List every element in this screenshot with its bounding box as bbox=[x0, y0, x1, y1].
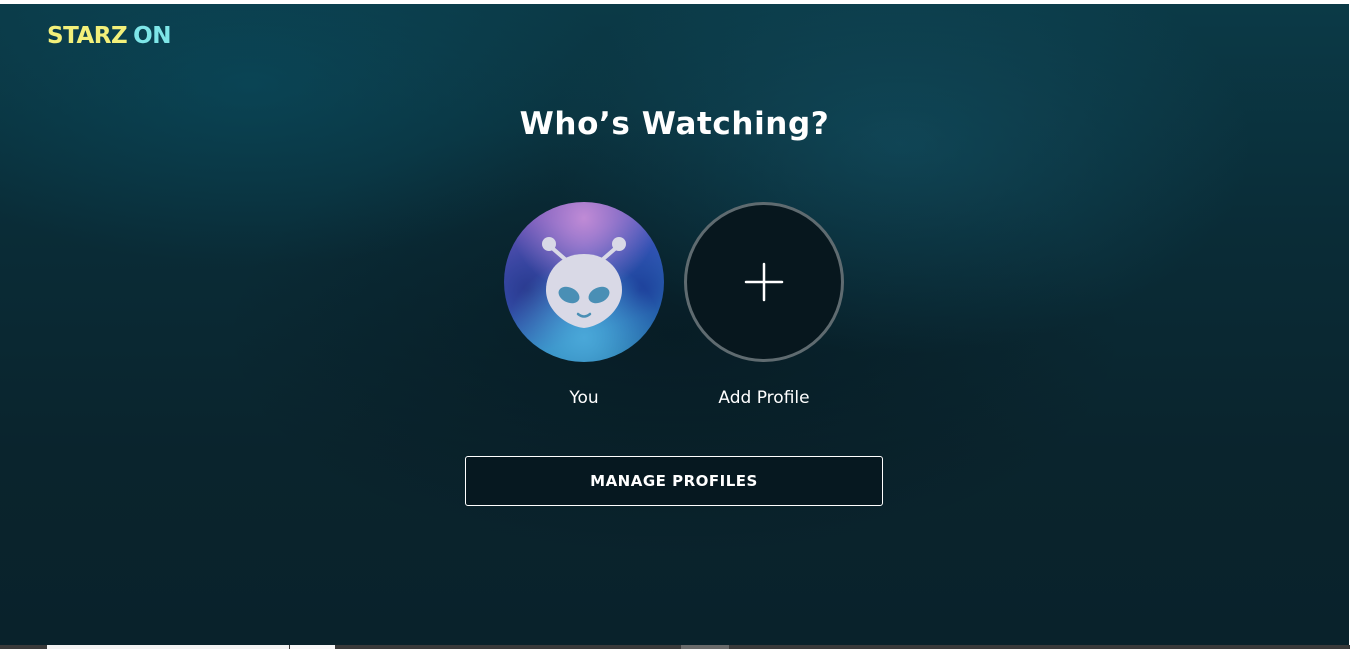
profile-label-you: You bbox=[569, 388, 599, 408]
profile-label-add: Add Profile bbox=[718, 388, 810, 408]
profile-avatar[interactable] bbox=[504, 202, 664, 362]
plus-icon bbox=[744, 262, 784, 302]
scrollbar-segment bbox=[290, 645, 335, 649]
scrollbar-thumb[interactable] bbox=[681, 645, 729, 649]
add-profile-circle[interactable] bbox=[684, 202, 844, 362]
alien-avatar-icon bbox=[542, 237, 626, 328]
logo-starz-text: STARZ bbox=[47, 23, 128, 49]
profile-selection-screen: STARZ ON Who’s Watching? You Add Profile… bbox=[0, 4, 1349, 645]
logo-on-text: ON bbox=[133, 23, 171, 49]
add-profile[interactable]: Add Profile bbox=[674, 202, 854, 409]
manage-profiles-button[interactable]: MANAGE PROFILES bbox=[465, 456, 883, 506]
profile-you[interactable]: You bbox=[494, 202, 674, 409]
scrollbar-segment bbox=[47, 645, 289, 649]
page-title: Who’s Watching? bbox=[519, 106, 830, 142]
starz-on-logo[interactable]: STARZ ON bbox=[47, 24, 171, 48]
